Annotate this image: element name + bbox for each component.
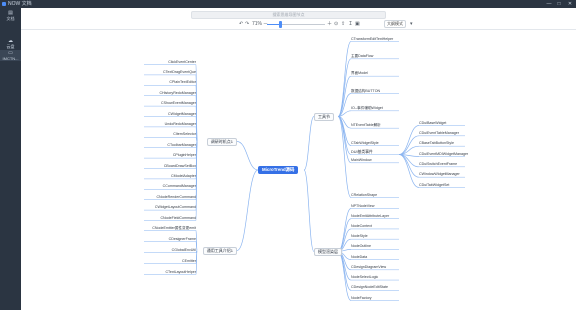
group-node[interactable]: DUI基类事件 [351,150,373,155]
leaf-node[interactable]: CPlainTextEditor [169,80,196,86]
leaf-node[interactable]: CNodeFieldCommand [160,216,196,222]
zoom-slider[interactable] [267,24,325,25]
branch-node[interactable]: 模型渲染层 [314,248,342,256]
redo-icon[interactable]: ↷ [245,20,249,28]
text-format-icon[interactable]: Ｉ [348,20,353,28]
branch-node[interactable]: 工具节 [314,113,334,121]
leaf-node[interactable]: CItemSelector [173,132,196,138]
branch-connector [236,141,259,171]
branch-connector [303,169,315,252]
leaf-node[interactable]: ClickEventCenter [168,60,196,66]
leaf-node[interactable]: NodeEmitAttributeLayer [351,214,389,220]
leaf-connector [337,58,352,117]
leaf-connector [337,251,352,301]
leaf-node[interactable]: CShowEventManager [161,101,196,107]
sidebar: ▤ 文档 ☁ 云盘 ▭ IMCTN... [0,8,21,310]
leaf-connector [337,116,352,198]
leaf-node[interactable]: UndoRedoManager [165,122,196,128]
leaf-node[interactable]: CNodeEmitter属性变更emit [152,226,196,232]
leaf-node[interactable]: CCommandManager [163,184,196,190]
leaf-node[interactable]: CWindowWidgetManager [419,172,460,178]
leaf-node[interactable]: CRelationShape [351,193,377,199]
leaf-node[interactable]: CDuiSwitchEventFrame [419,162,457,168]
leaf-node[interactable]: 主要DataFlow [351,54,373,60]
leaf-node[interactable]: CTabWidgetStyle [351,141,379,147]
leaf-node[interactable]: CHistoryRedoManager [159,91,196,97]
leaf-node[interactable]: CTransformEditTextHelper [351,37,393,43]
branch-connector [303,116,315,171]
app-logo-icon [2,2,6,6]
leaf-connector [398,135,420,155]
fit-view-icon[interactable]: ⊙ [334,20,338,28]
search-input[interactable]: 搜索思维导图节点 [191,11,386,19]
leaf-node[interactable]: CTextDragEventQue [163,70,196,76]
branch-connector [236,169,259,251]
zoom-in-button[interactable]: ＋ [327,20,332,28]
branch-node[interactable]: 调研时机点1 [206,138,237,146]
leaf-node[interactable]: CDuiEventMDIWidgetManager [419,152,468,158]
leaf-node[interactable]: CBoardDrawSetBox [164,164,196,170]
leaf-node[interactable]: CDesignDiagramView [351,265,386,271]
more-dropdown-icon[interactable]: ▾ [410,20,413,28]
leaf-node[interactable]: CNodeRenderCommand [156,195,196,201]
mindmap-connectors [144,41,465,301]
export-icon[interactable]: ⇪ [341,20,345,28]
sidebar-item-documents[interactable]: ▤ 文档 [0,10,21,22]
leaf-node[interactable]: CDuiEventTableManager [419,131,459,137]
mindmap-canvas: MicroTrend源码 调研时机点1 ClickEventCenter CTextD… [21,30,576,310]
root-node[interactable]: MicroTrend源码 [258,166,299,174]
leaf-node[interactable]: CDesignerFrame [169,237,196,243]
zoom-level: 71% [252,21,263,27]
leaf-connector [398,154,420,188]
undo-icon[interactable]: ↶ [239,20,243,28]
leaf-node[interactable]: CTextLayoutHelper [165,270,196,276]
leaf-node[interactable]: NodeSelectLogic [351,275,378,281]
sidebar-item-label: 文档 [6,16,15,21]
leaf-connector [195,250,198,275]
view-mode-select[interactable]: 大纲模式 [384,20,406,28]
leaf-node[interactable]: 数据结构BUTTON [351,89,380,95]
leaf-node[interactable]: NodeData [351,255,367,261]
leaf-node[interactable]: IO--事件辅助Widget [351,106,383,112]
leaf-connector [398,154,420,178]
leaf-connector [337,251,352,291]
leaf-node[interactable]: CDesignNodeEditState [351,285,388,291]
leaf-node[interactable]: NTEventTable解析 [351,123,381,129]
insert-image-icon[interactable]: ▣ [355,20,360,28]
leaf-node[interactable]: CToolbarManager [167,143,196,149]
leaf-node[interactable]: CWidgetLayoutCommand [155,205,196,211]
leaf-node[interactable]: NodeOutline [351,244,371,250]
leaf-node[interactable]: CBaseTabButtonStyle [419,141,454,147]
leaf-node[interactable]: CGlobalEnvUtil [172,248,196,254]
leaf-node[interactable]: NodeStyle [351,234,368,240]
zoom-slider-thumb[interactable] [279,21,282,28]
toolbar: 搜索思维导图节点 ↶ ↷ 71% － ＋ ⊙ ⇪ Ｉ ▣ 大纲模式 ▾ [21,8,576,30]
sidebar-item-label: IMCTN... [2,56,19,61]
leaf-node[interactable]: 界面Model [351,71,368,77]
maximize-button[interactable]: □ [554,0,564,8]
close-button[interactable]: ✕ [565,0,575,8]
branch-node[interactable]: 通用工具介绍1 [202,247,237,255]
leaf-node[interactable]: CDuiBaseWidget [419,121,446,127]
leaf-node[interactable]: CEmitter [182,259,196,265]
app-title: NOW 文档 [8,1,32,7]
sidebar-item-label: 云盘 [6,44,15,49]
leaf-node[interactable]: CDuiTabWidgetSet [419,183,449,189]
minimize-button[interactable]: — [544,0,554,8]
leaf-connector [337,218,352,252]
leaf-node[interactable]: CPluginHelper [173,153,196,159]
leaf-node[interactable]: NodeFactory [351,296,372,302]
leaf-node[interactable]: CWidgetManager [168,112,196,118]
leaf-node[interactable]: NodeContext [351,224,372,230]
title-bar: NOW 文档 — □ ✕ [0,0,576,8]
sidebar-item-cloud[interactable]: ☁ 云盘 [0,38,21,50]
sidebar-item-current-file[interactable]: ▭ IMCTN... [0,50,21,61]
leaf-node[interactable]: CModelAdapter [171,174,196,180]
leaf-node[interactable]: MainWindow [351,158,372,164]
leaf-node[interactable]: NPTNodeView [351,204,375,210]
